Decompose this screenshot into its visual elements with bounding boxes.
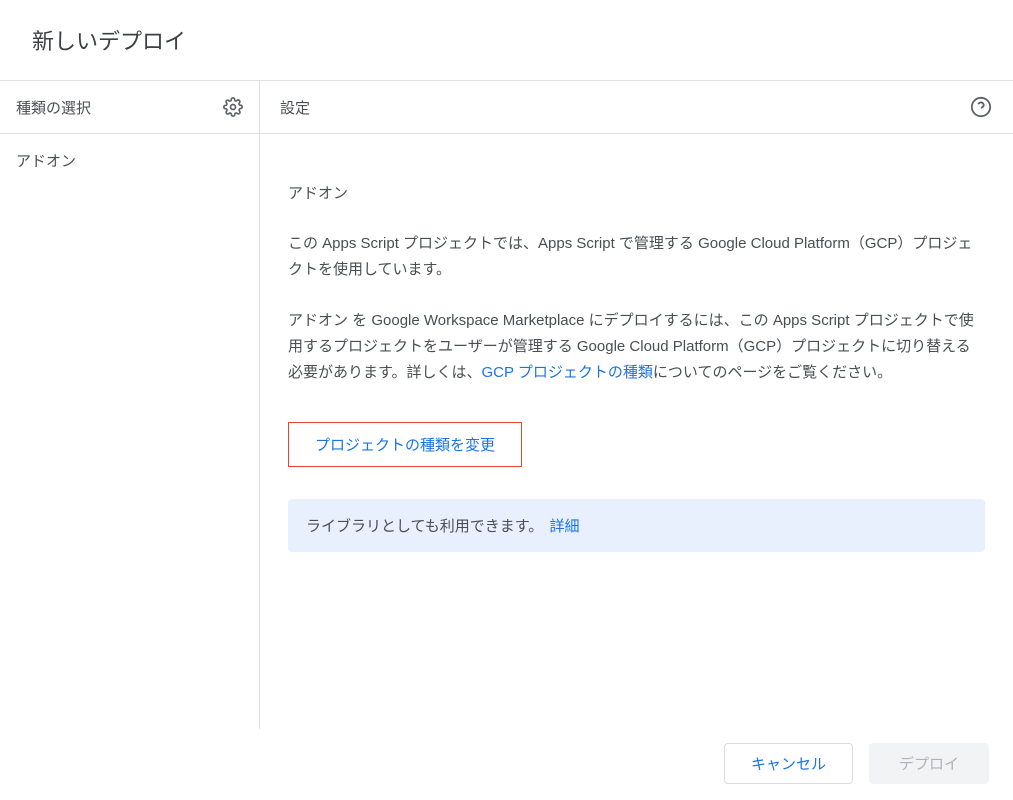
sidebar-item-label: アドオン	[16, 153, 76, 170]
paragraph-deploy-info: アドオン を Google Workspace Marketplace にデプロ…	[288, 308, 985, 387]
main-panel: 設定 アドオン この Apps Script プロジェクトでは、Apps Scr…	[260, 81, 1013, 729]
sidebar: 種類の選択 アドオン	[0, 81, 260, 729]
main-content: アドオン この Apps Script プロジェクトでは、Apps Script…	[260, 134, 1013, 729]
change-project-type-button[interactable]: プロジェクトの種類を変更	[288, 422, 522, 467]
cancel-button[interactable]: キャンセル	[724, 743, 853, 784]
sidebar-item-addon[interactable]: アドオン	[0, 134, 259, 187]
dialog-body: 種類の選択 アドオン 設定	[0, 81, 1013, 729]
dialog-title: 新しいデプロイ	[32, 24, 989, 56]
dialog-header: 新しいデプロイ	[0, 0, 1013, 81]
paragraph2-post: についてのページをご覧ください。	[653, 364, 892, 381]
sidebar-header-label: 種類の選択	[16, 97, 91, 118]
paragraph-gcp-info: この Apps Script プロジェクトでは、Apps Script で管理す…	[288, 231, 985, 284]
info-bar-text: ライブラリとしても利用できます。	[306, 518, 543, 535]
library-info-bar: ライブラリとしても利用できます。 詳細	[288, 499, 985, 552]
help-icon[interactable]	[969, 95, 993, 119]
sidebar-header: 種類の選択	[0, 81, 259, 134]
main-header: 設定	[260, 81, 1013, 134]
gcp-project-types-link[interactable]: GCP プロジェクトの種類	[482, 364, 653, 381]
content-section-title: アドオン	[288, 182, 985, 203]
main-header-label: 設定	[280, 97, 310, 118]
info-bar-details-link[interactable]: 詳細	[549, 518, 579, 535]
deploy-button: デプロイ	[869, 743, 989, 784]
dialog-footer: キャンセル デプロイ	[0, 729, 1013, 800]
new-deployment-dialog: 新しいデプロイ 種類の選択 アドオン 設定	[0, 0, 1013, 800]
gear-icon[interactable]	[221, 95, 245, 119]
